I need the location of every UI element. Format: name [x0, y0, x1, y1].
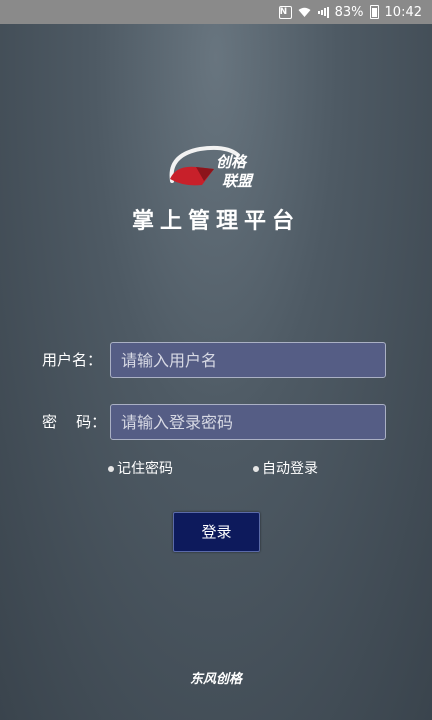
radio-dot-icon [108, 466, 114, 472]
remember-password-option[interactable]: 记住密码 [108, 458, 173, 480]
password-label: 密 码： [42, 413, 107, 431]
auto-login-label: 自动登录 [262, 461, 318, 477]
username-input[interactable] [110, 342, 386, 378]
auto-login-option[interactable]: 自动登录 [253, 458, 318, 480]
logo-text-line1: 创格 [216, 153, 247, 171]
clock: 10:42 [384, 4, 422, 20]
wifi-icon [298, 7, 311, 18]
remember-password-label: 记住密码 [117, 461, 173, 477]
battery-icon [369, 5, 379, 19]
password-row: 密 码： [0, 404, 432, 440]
password-input[interactable] [110, 404, 386, 440]
logo-text-line2: 联盟 [222, 172, 253, 190]
status-bar: N 83% 10:42 [0, 0, 432, 24]
username-label: 用户名： [42, 351, 103, 369]
footer-brand: 东风创格 [189, 672, 242, 687]
app-logo: 创格 联盟 [166, 141, 262, 191]
nfc-icon: N [278, 5, 292, 19]
battery-percent: 83% [334, 4, 364, 20]
radio-dot-icon [253, 466, 259, 472]
page-title: 掌上管理平台 [131, 209, 300, 234]
username-row: 用户名： [0, 342, 432, 378]
signal-icon [317, 6, 329, 18]
login-button[interactable]: 登录 [173, 512, 260, 552]
